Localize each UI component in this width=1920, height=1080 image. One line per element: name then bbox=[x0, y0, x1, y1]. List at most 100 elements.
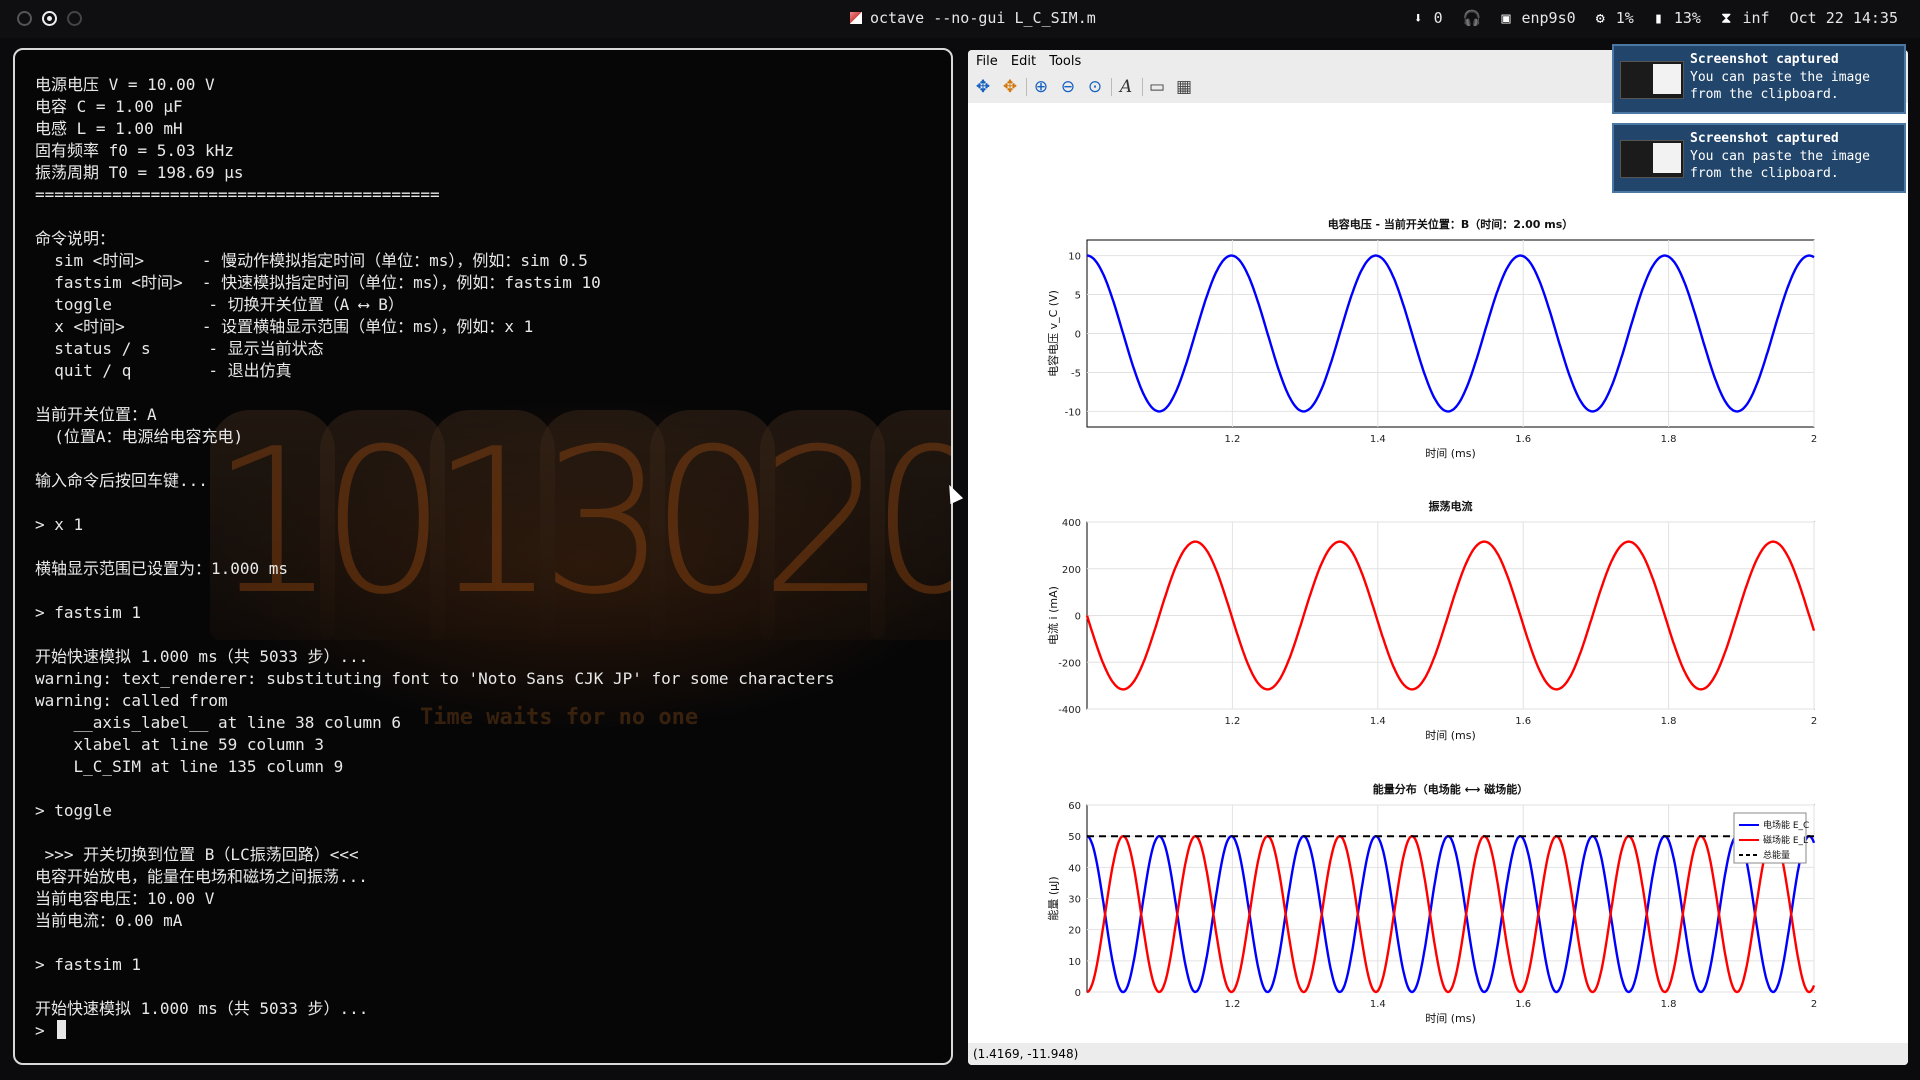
terminal-line: >>> 开关切换到位置 B（LC振荡回路）<<< bbox=[35, 845, 359, 864]
x-tick-label: 2 bbox=[1811, 716, 1817, 727]
cpu-icon[interactable]: ⚙ bbox=[1596, 9, 1605, 27]
terminal-line: ========================================… bbox=[35, 185, 440, 204]
menu-tools[interactable]: Tools bbox=[1049, 54, 1081, 69]
timer-icon[interactable]: ⧗ bbox=[1721, 9, 1732, 27]
x-tick-label: 1.8 bbox=[1661, 716, 1677, 727]
octave-figure-window[interactable]: File Edit Tools ✥ ✥ ⊕ ⊖ ⊙ A ▭ ▦ 1.2 1.4 1.… bbox=[968, 50, 1908, 1065]
headphones-icon[interactable]: 🎧 bbox=[1463, 9, 1482, 27]
notification-body: You can paste the image from the clipboa… bbox=[1690, 149, 1871, 181]
memory-icon[interactable]: ▮ bbox=[1654, 9, 1663, 27]
menu-file[interactable]: File bbox=[976, 54, 998, 69]
x-tick-label: 2 bbox=[1811, 999, 1817, 1010]
terminal-line: warning: called from bbox=[35, 691, 228, 710]
y-tick-label: -10 bbox=[1065, 407, 1081, 418]
x-tick-label: 1.4 bbox=[1370, 716, 1386, 727]
x-axis-label: 时间 (ms) bbox=[1425, 729, 1476, 742]
screenshot-thumbnail bbox=[1620, 140, 1684, 178]
terminal-line: sim <时间> - 慢动作模拟指定时间（单位：ms），例如：sim 0.5 bbox=[35, 251, 588, 270]
chart-1: 1.2 1.4 1.6 1.8 2 -10 -5 0 5 10 电容电压 - 当前开关位置：B（时间… bbox=[1046, 217, 1817, 460]
y-tick-label: 0 bbox=[1075, 988, 1081, 999]
zoom-out-icon[interactable]: ⊖ bbox=[1057, 76, 1079, 98]
toolbar-separator bbox=[1026, 78, 1027, 96]
y-tick-label: 0 bbox=[1075, 612, 1081, 623]
text-icon[interactable]: A bbox=[1115, 76, 1137, 98]
y-axis-label: 能量 (μJ) bbox=[1046, 876, 1060, 920]
x-tick-label: 2 bbox=[1811, 434, 1817, 445]
system-tray: ⬇ 0 🎧 ▣ enp9s0 ⚙ 1% ▮ 13% ⧗ inf Oct 22 14:35 bbox=[1403, 9, 1898, 27]
terminal-line: fastsim <时间> - 快速模拟指定时间（单位：ms），例如：fastsi… bbox=[35, 273, 601, 292]
y-tick-label: -5 bbox=[1071, 368, 1081, 379]
chart-title: 电容电压 - 当前开关位置：B（时间：2.00 ms） bbox=[1328, 217, 1574, 231]
nixie-digit: 0 bbox=[870, 418, 951, 628]
terminal-line: 固有频率 f0 = 5.03 kHz bbox=[35, 141, 234, 160]
notification-1[interactable]: Screenshot captured You can paste the im… bbox=[1612, 44, 1906, 114]
x-axis-label: 时间 (ms) bbox=[1425, 1012, 1476, 1025]
terminal-line: __axis_label__ at line 38 column 6 bbox=[35, 713, 402, 732]
rotate-icon[interactable]: ✥ bbox=[999, 76, 1021, 98]
zoom-in-icon[interactable]: ⊕ bbox=[1030, 76, 1052, 98]
workspace-indicator-2-active[interactable] bbox=[42, 11, 57, 26]
x-tick-label: 1.2 bbox=[1224, 716, 1240, 727]
terminal-line: warning: text_renderer: substituting fon… bbox=[35, 669, 835, 688]
terminal-window[interactable]: 10130209 Time waits for no one 电源电压 V = … bbox=[13, 48, 953, 1065]
network-icon[interactable]: ▣ bbox=[1501, 9, 1510, 27]
y-tick-label: 30 bbox=[1068, 895, 1081, 906]
x-axis-label: 时间 (ms) bbox=[1425, 447, 1476, 460]
x-tick-label: 1.6 bbox=[1515, 434, 1531, 445]
y-tick-label: -400 bbox=[1058, 705, 1081, 716]
notification-title: Screenshot captured bbox=[1690, 131, 1839, 146]
legend-icon[interactable]: ▭ bbox=[1146, 76, 1168, 98]
y-tick-label: 20 bbox=[1068, 926, 1081, 937]
y-tick-label: 60 bbox=[1068, 801, 1081, 812]
workspace-indicator-1[interactable] bbox=[17, 11, 32, 26]
workspace-indicator-3[interactable] bbox=[67, 11, 82, 26]
terminal-line: 命令说明： bbox=[35, 229, 116, 248]
terminal-line: > fastsim 1 bbox=[35, 955, 141, 974]
x-tick-label: 1.6 bbox=[1515, 716, 1531, 727]
zoom-reset-icon[interactable]: ⊙ bbox=[1084, 76, 1106, 98]
y-tick-label: 10 bbox=[1068, 957, 1081, 968]
terminal-line: 当前电容电压：10.00 V bbox=[35, 889, 215, 908]
chart-title: 振荡电流 bbox=[1429, 499, 1473, 513]
notification-2[interactable]: Screenshot captured You can paste the im… bbox=[1612, 123, 1906, 193]
active-window-title: octave --no-gui L_C_SIM.m bbox=[850, 9, 1096, 27]
chart-3: 1.2 1.4 1.6 1.8 20102030405060能量分布（电场能 ⟷ 磁场能… bbox=[1046, 782, 1817, 1025]
cpu-usage: 1% bbox=[1615, 9, 1634, 27]
notification-body: You can paste the image from the clipboa… bbox=[1690, 70, 1871, 102]
terminal-line: 横轴显示范围已设置为：1.000 ms bbox=[35, 559, 289, 578]
pan-icon[interactable]: ✥ bbox=[972, 76, 994, 98]
terminal-output[interactable]: 电源电压 V = 10.00 V 电容 C = 1.00 μF 电感 L = 1.0… bbox=[35, 74, 835, 1042]
x-tick-label: 1.8 bbox=[1661, 999, 1677, 1010]
y-tick-label: 40 bbox=[1068, 863, 1081, 874]
x-tick-label: 1.6 bbox=[1515, 999, 1531, 1010]
x-tick-label: 1.4 bbox=[1370, 999, 1386, 1010]
legend-entry: 磁场能 E_L bbox=[1763, 834, 1808, 846]
toolbar-separator bbox=[1111, 78, 1112, 96]
terminal-line: 电感 L = 1.00 mH bbox=[35, 119, 183, 138]
grid-icon[interactable]: ▦ bbox=[1173, 76, 1195, 98]
terminal-line: 当前电流：0.00 mA bbox=[35, 911, 183, 930]
clock[interactable]: Oct 22 14:35 bbox=[1790, 9, 1898, 27]
y-tick-label: 5 bbox=[1075, 291, 1081, 302]
y-axis-label: 电流 i (mA) bbox=[1046, 586, 1060, 645]
terminal-line: > bbox=[35, 1020, 835, 1042]
memory-usage: 13% bbox=[1673, 9, 1701, 27]
timer-value: inf bbox=[1742, 9, 1770, 27]
menu-edit[interactable]: Edit bbox=[1011, 54, 1036, 69]
terminal-line: 输入命令后按回车键... bbox=[35, 471, 208, 490]
terminal-line: xlabel at line 59 column 3 bbox=[35, 735, 324, 754]
plot-canvas[interactable]: 1.2 1.4 1.6 1.8 2 -10 -5 0 5 10 电容电压 - 当前开关位置：B（时间… bbox=[968, 103, 1908, 1043]
terminal-cursor bbox=[57, 1020, 67, 1039]
chart-title: 能量分布（电场能 ⟷ 磁场能） bbox=[1373, 782, 1528, 796]
download-icon[interactable]: ⬇ bbox=[1414, 9, 1423, 27]
network-interface: enp9s0 bbox=[1521, 9, 1576, 27]
terminal-line: > fastsim 1 bbox=[35, 603, 141, 622]
